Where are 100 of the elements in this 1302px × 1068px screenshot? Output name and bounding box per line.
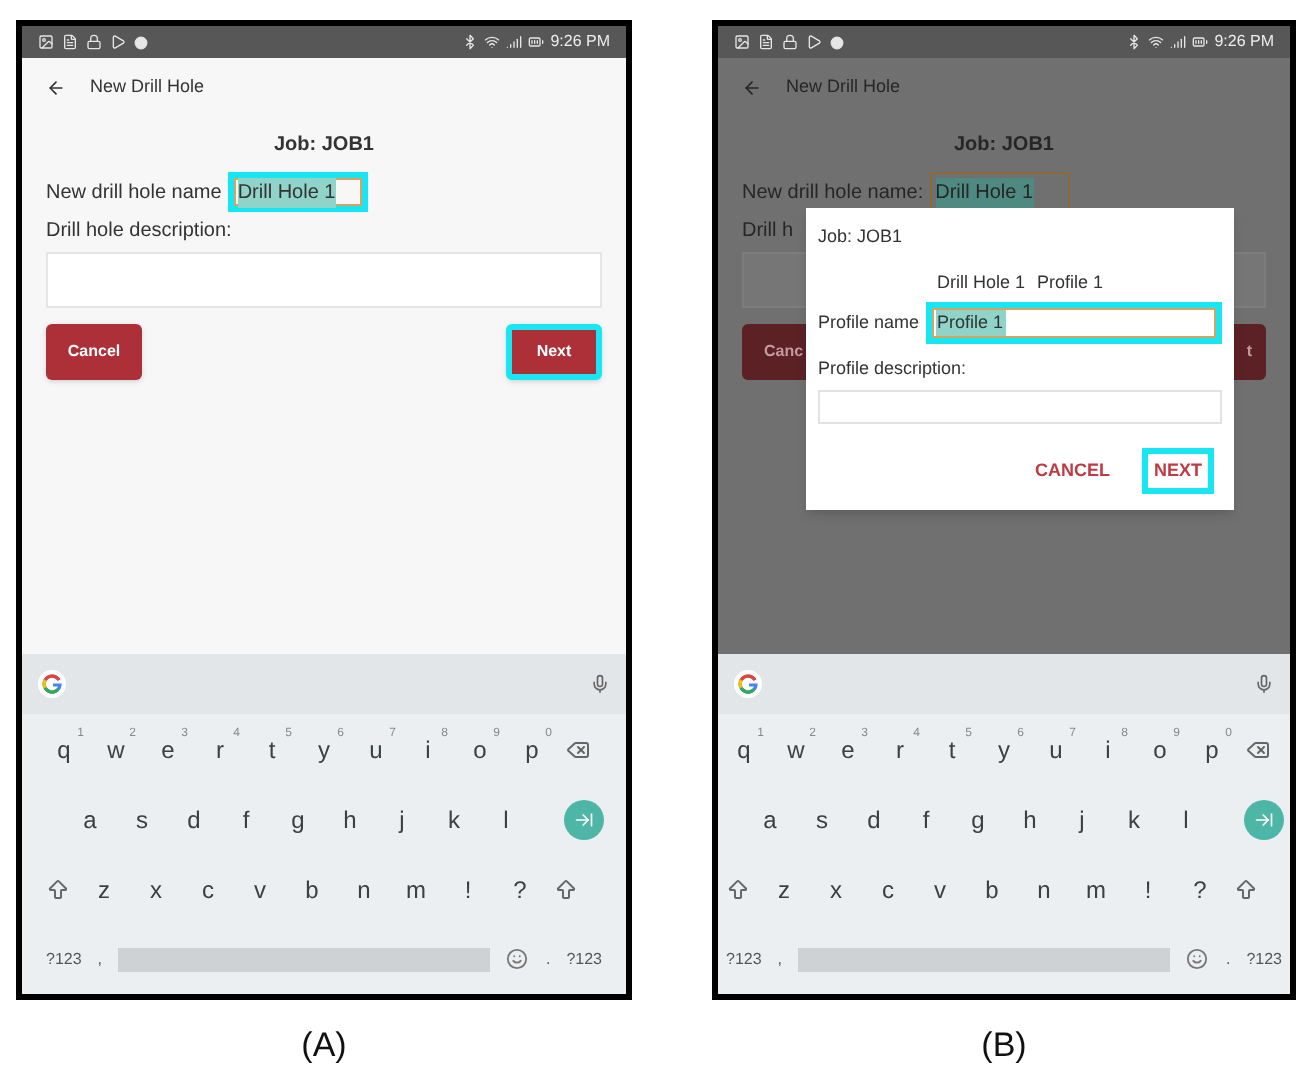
keyboard-key[interactable]: v xyxy=(920,863,960,915)
selected-text: Profile 1 xyxy=(935,309,1006,337)
g-logo-icon xyxy=(38,670,66,698)
shift-icon xyxy=(46,877,70,901)
keyboard-key[interactable]: ?123 xyxy=(558,933,610,985)
keyboard-key[interactable]: a xyxy=(750,793,790,845)
keyboard-key[interactable]: d xyxy=(174,793,214,845)
backspace-icon xyxy=(566,737,590,761)
keyboard-key[interactable]: ?123 xyxy=(38,933,90,985)
dialog-job-title: Job: JOB1 xyxy=(818,224,905,250)
play-icon xyxy=(806,34,822,50)
circle-icon xyxy=(830,35,844,49)
screen-title: New Drill Hole xyxy=(786,74,901,101)
next-button[interactable]: NEXT xyxy=(1141,447,1214,494)
keyboard-key[interactable]: b xyxy=(972,863,1012,915)
field-label: New drill hole name xyxy=(46,179,222,207)
profile-name: Profile 1 xyxy=(1036,269,1104,295)
keyboard-key[interactable]: f xyxy=(226,793,266,845)
keyboard-key[interactable]: k xyxy=(434,793,474,845)
battery-icon xyxy=(528,34,545,50)
panel-caption: (B) xyxy=(981,1024,1027,1068)
keyboard-key[interactable]: f xyxy=(906,793,946,845)
lock-icon xyxy=(86,34,102,50)
shift-icon xyxy=(726,877,750,901)
keyboard-key[interactable]: b xyxy=(292,863,332,915)
keyboard-key[interactable]: n xyxy=(1024,863,1064,915)
screen-title: New Drill Hole xyxy=(90,74,205,101)
field-label: New drill hole name: xyxy=(742,179,924,207)
job-title: Job: JOB1 xyxy=(951,132,1056,160)
signal-icon xyxy=(1170,34,1187,50)
wifi-icon xyxy=(1148,34,1165,50)
keyboard-key[interactable]: z xyxy=(764,863,804,915)
keyboard-key[interactable]: s xyxy=(802,793,842,845)
bluetooth-icon xyxy=(1126,34,1143,50)
profile-name-field[interactable]: Profile 1 xyxy=(925,302,1222,344)
keyboard-key[interactable]: c xyxy=(868,863,908,915)
microphone-icon[interactable] xyxy=(590,674,610,694)
document-icon xyxy=(62,34,78,50)
keyboard-key[interactable]: j xyxy=(1062,793,1102,845)
keyboard-key[interactable]: , xyxy=(89,933,111,985)
shift-icon xyxy=(1234,877,1258,901)
cancel-button[interactable]: CANCEL xyxy=(1022,447,1122,494)
keyboard-key[interactable]: z xyxy=(84,863,124,915)
keyboard-key[interactable]: k xyxy=(1114,793,1154,845)
field-label: Drill h xyxy=(742,218,794,246)
battery-icon xyxy=(1192,34,1209,50)
keyboard-key[interactable]: l xyxy=(486,793,526,845)
drill-hole-name: Drill Hole 1 xyxy=(936,269,1025,295)
drill-hole-name-field[interactable]: Drill Hole 1 xyxy=(227,172,368,212)
keyboard-key[interactable]: v xyxy=(240,863,280,915)
keyboard-key[interactable]: j xyxy=(382,793,422,845)
document-icon xyxy=(758,34,774,50)
description-field[interactable] xyxy=(46,252,602,308)
image-icon xyxy=(734,34,750,50)
keyboard-key[interactable]: g xyxy=(278,793,318,845)
arrow-to-line-icon xyxy=(1254,809,1274,829)
wifi-icon xyxy=(484,34,501,50)
keyboard-key[interactable]: n xyxy=(344,863,384,915)
keyboard-key[interactable]: l xyxy=(1166,793,1206,845)
keyboard-key[interactable]: , xyxy=(769,933,791,985)
field-label: Drill hole description: xyxy=(46,218,232,246)
keyboard-key[interactable]: h xyxy=(1010,793,1050,845)
keyboard-key[interactable]: h xyxy=(330,793,370,845)
status-time: 9:26 PM xyxy=(550,30,610,54)
microphone-icon[interactable] xyxy=(1254,674,1274,694)
keyboard-key[interactable]: . xyxy=(537,933,559,985)
play-icon xyxy=(110,34,126,50)
selected-text: Drill Hole 1 xyxy=(237,177,336,207)
profile-description-field[interactable] xyxy=(818,389,1222,423)
keyboard-key[interactable]: ? xyxy=(500,863,540,915)
back-arrow-icon[interactable] xyxy=(46,78,66,98)
signal-icon xyxy=(506,34,523,50)
keyboard-key[interactable]: c xyxy=(188,863,228,915)
arrow-to-line-icon xyxy=(574,809,594,829)
panel-caption: (A) xyxy=(301,1024,347,1068)
keyboard-key[interactable]: s xyxy=(122,793,162,845)
keyboard-key[interactable]: d xyxy=(854,793,894,845)
keyboard-key[interactable]: x xyxy=(136,863,176,915)
circle-icon xyxy=(134,35,148,49)
keyboard-key[interactable]: m xyxy=(1076,863,1116,915)
next-button[interactable]: Next xyxy=(506,324,602,380)
keyboard-key[interactable]: ?123 xyxy=(718,933,770,985)
keyboard-key[interactable]: . xyxy=(1217,933,1239,985)
keyboard-key[interactable]: g xyxy=(958,793,998,845)
selected-text: Drill Hole 1 xyxy=(935,177,1034,207)
smiley-icon xyxy=(506,948,529,970)
bluetooth-icon xyxy=(462,34,479,50)
status-time: 9:26 PM xyxy=(1214,30,1274,54)
cancel-button[interactable]: Cancel xyxy=(46,324,142,380)
lock-icon xyxy=(782,34,798,50)
keyboard-key[interactable]: ? xyxy=(1180,863,1220,915)
g-logo-icon xyxy=(734,670,762,698)
keyboard-key[interactable]: ! xyxy=(1128,863,1168,915)
keyboard-key[interactable]: a xyxy=(70,793,110,845)
keyboard-key[interactable]: x xyxy=(816,863,856,915)
keyboard-key[interactable]: ! xyxy=(448,863,488,915)
smiley-icon xyxy=(1186,948,1209,970)
keyboard-key[interactable]: ?123 xyxy=(1238,933,1290,985)
backspace-icon xyxy=(1246,737,1270,761)
keyboard-key[interactable]: m xyxy=(396,863,436,915)
